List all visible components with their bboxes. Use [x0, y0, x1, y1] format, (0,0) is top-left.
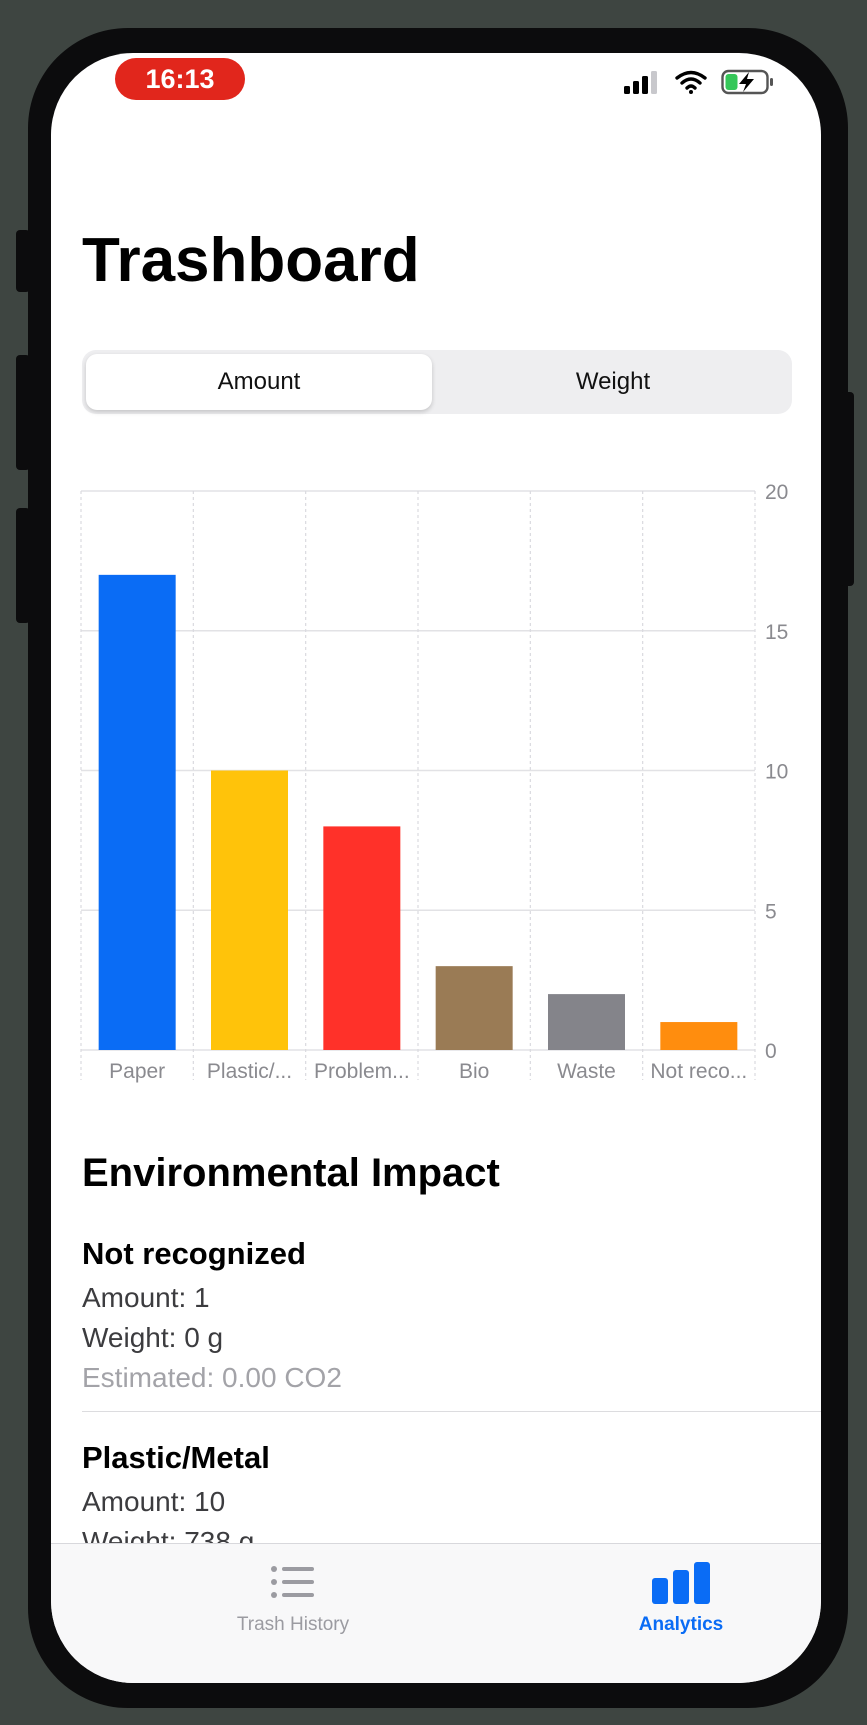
power-button: [840, 392, 854, 586]
tab-analytics[interactable]: Analytics: [556, 1544, 806, 1654]
impact-item-name: Plastic/Metal: [82, 1440, 270, 1475]
impact-item-amount: Amount: 1: [82, 1282, 210, 1313]
x-tick-label: Paper: [109, 1060, 165, 1083]
volume-down-button: [16, 508, 30, 623]
y-tick-label: 0: [765, 1040, 777, 1063]
y-tick-label: 10: [765, 761, 788, 784]
impact-item-amount: Amount: 10: [82, 1486, 226, 1517]
x-tick-label: Bio: [459, 1060, 489, 1083]
tab-label: Trash History: [236, 1614, 350, 1635]
x-tick-label: Not reco...: [650, 1060, 747, 1083]
volume-up-button: [16, 355, 30, 470]
list-icon: [271, 1566, 314, 1598]
bar: [548, 994, 625, 1050]
screen: 16:13 Trashboard Amount Weight 0 5 10 15 20 P…: [51, 53, 821, 1683]
x-tick-label: Waste: [557, 1060, 616, 1083]
bar: [98, 574, 176, 1050]
chart-bar-icon: [652, 1562, 710, 1604]
y-tick-label: 15: [765, 621, 788, 644]
bar: [323, 826, 401, 1050]
tab-label: Analytics: [638, 1614, 724, 1635]
y-tick-label: 20: [765, 481, 788, 504]
impact-item-not-recognized: Not recognized Amount: 1 Weight: 0 g Est…: [82, 1236, 342, 1398]
tab-bar: Trash History Analytics: [51, 1543, 821, 1683]
impact-item-estimated: Estimated: 0.00 CO2: [82, 1362, 342, 1393]
impact-item-name: Not recognized: [82, 1236, 306, 1271]
x-tick-label: Plastic/...: [207, 1060, 292, 1083]
bar: [211, 770, 288, 1050]
y-tick-label: 5: [765, 900, 777, 923]
impact-item-weight: Weight: 0 g: [82, 1322, 224, 1353]
bar: [660, 1022, 738, 1050]
bar: [435, 966, 513, 1050]
amount-bar-chart: 0 5 10 15 20 Paper Plastic/... Problem... Bio Was…: [80, 481, 788, 1083]
environmental-impact-title: Environmental Impact: [82, 1151, 500, 1195]
impact-divider: [82, 1411, 821, 1412]
silent-switch: [16, 230, 30, 292]
tab-trash-history[interactable]: Trash History: [168, 1544, 418, 1654]
x-tick-label: Problem...: [314, 1060, 410, 1083]
